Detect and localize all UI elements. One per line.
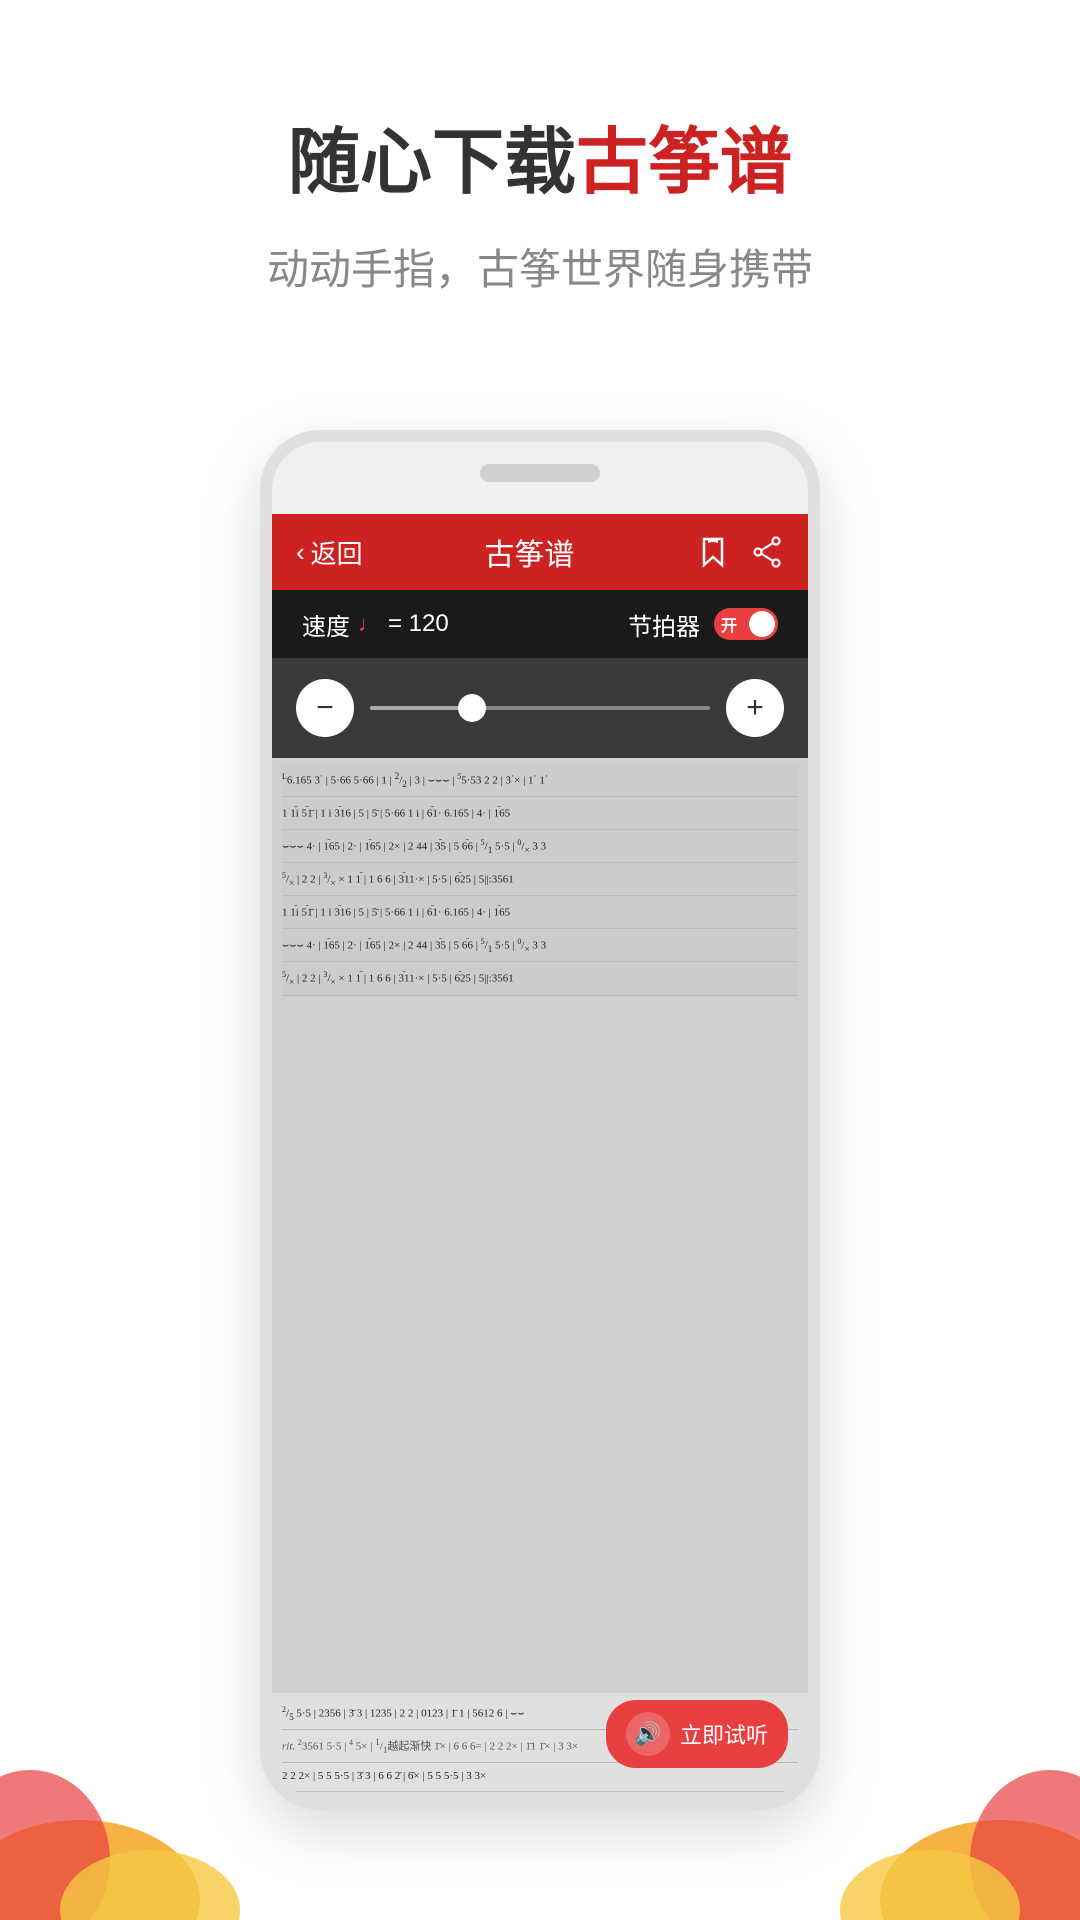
notation-row-6: ⌣⌣⌣ 4· | 1̄65 | 2· | 1̄65 | 2× | 2 44 | … (282, 929, 798, 962)
slider-bar: − + (272, 658, 808, 758)
notation-main: L6.165 3· | 5·66 5·66 | 1 | 2/2 | 3 | ⌣⌣… (272, 758, 808, 1002)
sheet-music-area: L6.165 3· | 5·66 5·66 | 1 | 2/2 | 3 | ⌣⌣… (272, 758, 808, 1798)
decorative-blob-right (820, 1700, 1080, 1920)
bookmark-icon[interactable] (696, 535, 730, 569)
metronome-toggle[interactable]: 开 (714, 608, 778, 640)
slider-track[interactable] (370, 706, 710, 710)
note-icon: ♩ (358, 611, 380, 637)
phone-mockup: ‹ 返回 古筝谱 (260, 430, 820, 1810)
toggle-knob (749, 611, 775, 637)
page-header: 随心下载古筝谱 动动手指，古筝世界随身携带 (0, 120, 1080, 297)
main-title: 随心下载古筝谱 (0, 120, 1080, 206)
listen-icon: 🔊 (626, 1712, 670, 1756)
slider-minus-button[interactable]: − (296, 679, 354, 737)
slider-thumb (458, 694, 486, 722)
notation-bottom-section: 2/5 5·5 | 2356 | 3̄ 3 | 1235 | 2 2 | 012… (272, 1693, 808, 1798)
listen-button[interactable]: 🔊 立即试听 (606, 1700, 788, 1768)
phone-speaker (480, 464, 600, 482)
appbar-title: 古筝谱 (484, 530, 574, 574)
notation-row-2: 1 1̄i 5̄1̄ | 1 i 3̄16 | 5 | 5̄ | 5·66 1 … (282, 797, 798, 829)
tempo-value: = 120 (388, 610, 449, 638)
listen-label: 立即试听 (680, 1718, 768, 1750)
share-icon[interactable] (750, 535, 784, 569)
topbar-icons (696, 535, 784, 569)
main-title-accent: 古筝谱 (576, 123, 792, 203)
notation-row-5: 1 1̄i 5̄1̄ | 1 i 3̄16 | 5 | 5̄ | 5·66 1 … (282, 896, 798, 928)
chevron-left-icon: ‹ (296, 537, 305, 568)
back-button[interactable]: ‹ 返回 (296, 534, 363, 571)
metronome-control: 节拍器 开 (628, 607, 778, 642)
notation-row-7: 5/× | 2 2 | 3/× × 1 1̄ | 1 6 6 | 3̄11·× … (282, 962, 798, 995)
tempo-bar: 速度 ♩ = 120 节拍器 开 (272, 590, 808, 658)
slider-fill (370, 706, 472, 710)
slider-plus-button[interactable]: + (726, 679, 784, 737)
main-title-part1: 随心下载 (288, 123, 576, 203)
app-screen: ‹ 返回 古筝谱 (272, 514, 808, 1798)
notation-row-1: L6.165 3· | 5·66 5·66 | 1 | 2/2 | 3 | ⌣⌣… (282, 764, 798, 797)
decorative-blob-left (0, 1700, 260, 1920)
toggle-on-label: 开 (721, 612, 737, 636)
notation-row-4: 5/× | 2 2 | 3/× × 1 1̄ | 1 6 6 | 3̄11·× … (282, 863, 798, 896)
tempo-display: 速度 ♩ = 120 (302, 607, 449, 642)
back-label: 返回 (311, 534, 363, 571)
metronome-label: 节拍器 (628, 607, 700, 642)
sub-title: 动动手指，古筝世界随身携带 (0, 236, 1080, 297)
notation-row-3: ⌣⌣⌣ 4· | 1̄65 | 2· | 1̄65 | 2× | 2 44 | … (282, 830, 798, 863)
tempo-label: 速度 (302, 607, 350, 642)
app-topbar: ‹ 返回 古筝谱 (272, 514, 808, 590)
